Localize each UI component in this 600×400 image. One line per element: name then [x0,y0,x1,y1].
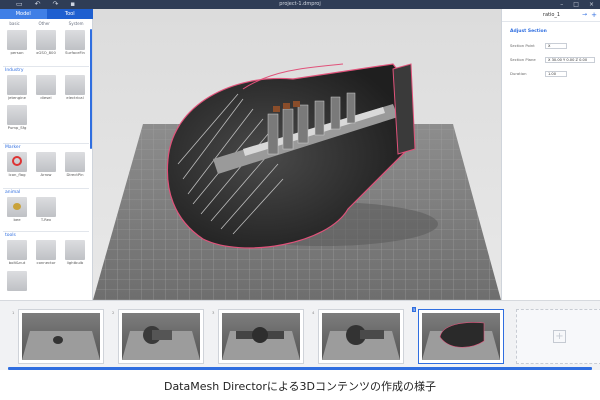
trex-icon [36,197,56,217]
subtab-basic[interactable]: basic [9,19,19,28]
asset-item[interactable] [6,271,28,291]
window-title: project-1.dmproj [279,1,321,7]
section-marker[interactable]: Marker [3,143,89,150]
tool-icon [7,271,27,291]
lightbulb-icon [65,240,85,260]
add-scene-slot[interactable]: + [516,309,600,364]
asset-item[interactable]: Arrow [35,152,57,178]
arrow-right-icon[interactable]: → [582,11,587,18]
jetengine-icon [7,75,27,95]
person-icon [7,30,27,50]
asset-item[interactable]: jetengine [6,75,28,101]
section-point-field[interactable]: X [545,43,567,49]
section-animal[interactable]: animal [3,188,89,195]
section-industry[interactable]: Industry [3,66,89,73]
add-scene-icon[interactable]: + [553,330,566,343]
scene-frame[interactable]: 1 [12,309,104,364]
section-plane-row: Section Plane X 30.00 Y 0.00 Z 0.00 [510,56,596,64]
properties-panel: ratio_1 → + Adjust Section Section Point… [501,9,600,300]
section-tools[interactable]: tools [3,231,89,238]
arrow-icon [36,152,56,172]
scene-frame-active[interactable]: 5 [412,307,504,364]
scene-frame[interactable]: 4 [312,309,404,364]
title-bar: ▭ ↶ ↷ ▪ project-1.dmproj – □ × [0,0,600,9]
tab-tool[interactable]: Tool [47,9,94,19]
scene-frame[interactable]: 2 [112,309,204,364]
subtab-other[interactable]: Other [39,19,50,28]
minimize-icon[interactable]: – [560,1,563,8]
scene-thumbnail [122,313,200,360]
scene-thumbnail [322,313,400,360]
add-icon[interactable]: + [591,11,597,19]
asset-subtabs: basic Other System [0,19,93,28]
adjust-section-heading: Adjust Section [510,29,547,34]
3d-viewport[interactable] [93,9,501,300]
asset-item[interactable]: connector [35,240,57,266]
flag-icon [7,152,27,172]
asset-tabs: Model Tool [0,9,93,19]
asset-item[interactable]: electrical [64,75,86,101]
model-icon [36,30,56,50]
electrical-icon [65,75,85,95]
tab-model[interactable]: Model [0,9,47,19]
maximize-icon[interactable]: □ [573,1,579,8]
asset-item[interactable]: lightbulb [64,240,86,266]
asset-item[interactable]: bolt&nut [6,240,28,266]
pin-icon [65,152,85,172]
asset-item[interactable]: person [6,30,28,56]
diesel-icon [36,75,56,95]
director-app-window: ▭ ↶ ↷ ▪ project-1.dmproj – □ × Model Too… [0,0,600,300]
duration-row: Duration 1.00 [510,70,596,78]
section-plane-field[interactable]: X 30.00 Y 0.00 Z 0.00 [545,57,595,63]
duration-field[interactable]: 1.00 [545,71,567,77]
scene-frame[interactable]: 3 [212,309,304,364]
asset-item[interactable]: SurfaceFin [64,30,86,56]
asset-scrollbar[interactable] [90,29,92,149]
close-icon[interactable]: × [589,1,594,8]
asset-item[interactable]: T-Rex [35,197,57,223]
pump-icon [7,105,27,125]
timeline-progress-bar [8,367,592,370]
connector-icon [36,240,56,260]
bolt-icon [7,240,27,260]
properties-header: ratio_1 → + [502,9,600,22]
asset-item[interactable]: diesel [35,75,57,101]
asset-item[interactable]: Pump_Sfg [6,105,28,131]
scene-thumbnail [22,313,100,360]
surface-icon [65,30,85,50]
asset-item[interactable]: DirectPin [64,152,86,178]
section-point-row: Section Point X [510,42,596,50]
scene-timeline: 1 2 3 4 5 + [0,300,600,370]
scene-render [93,63,501,300]
image-caption: DataMesh Directorによる3Dコンテンツの作成の様子 [163,380,437,393]
asset-item[interactable]: xGSO_800 [35,30,57,56]
scene-thumbnail [222,313,300,360]
asset-library-panel: Model Tool basic Other System person xGS… [0,9,93,300]
subtab-system[interactable]: System [69,19,84,28]
asset-item[interactable]: Icon_flag [6,152,28,178]
asset-item[interactable]: bee [6,197,28,223]
bee-icon [7,197,27,217]
scene-thumbnail [422,313,500,360]
